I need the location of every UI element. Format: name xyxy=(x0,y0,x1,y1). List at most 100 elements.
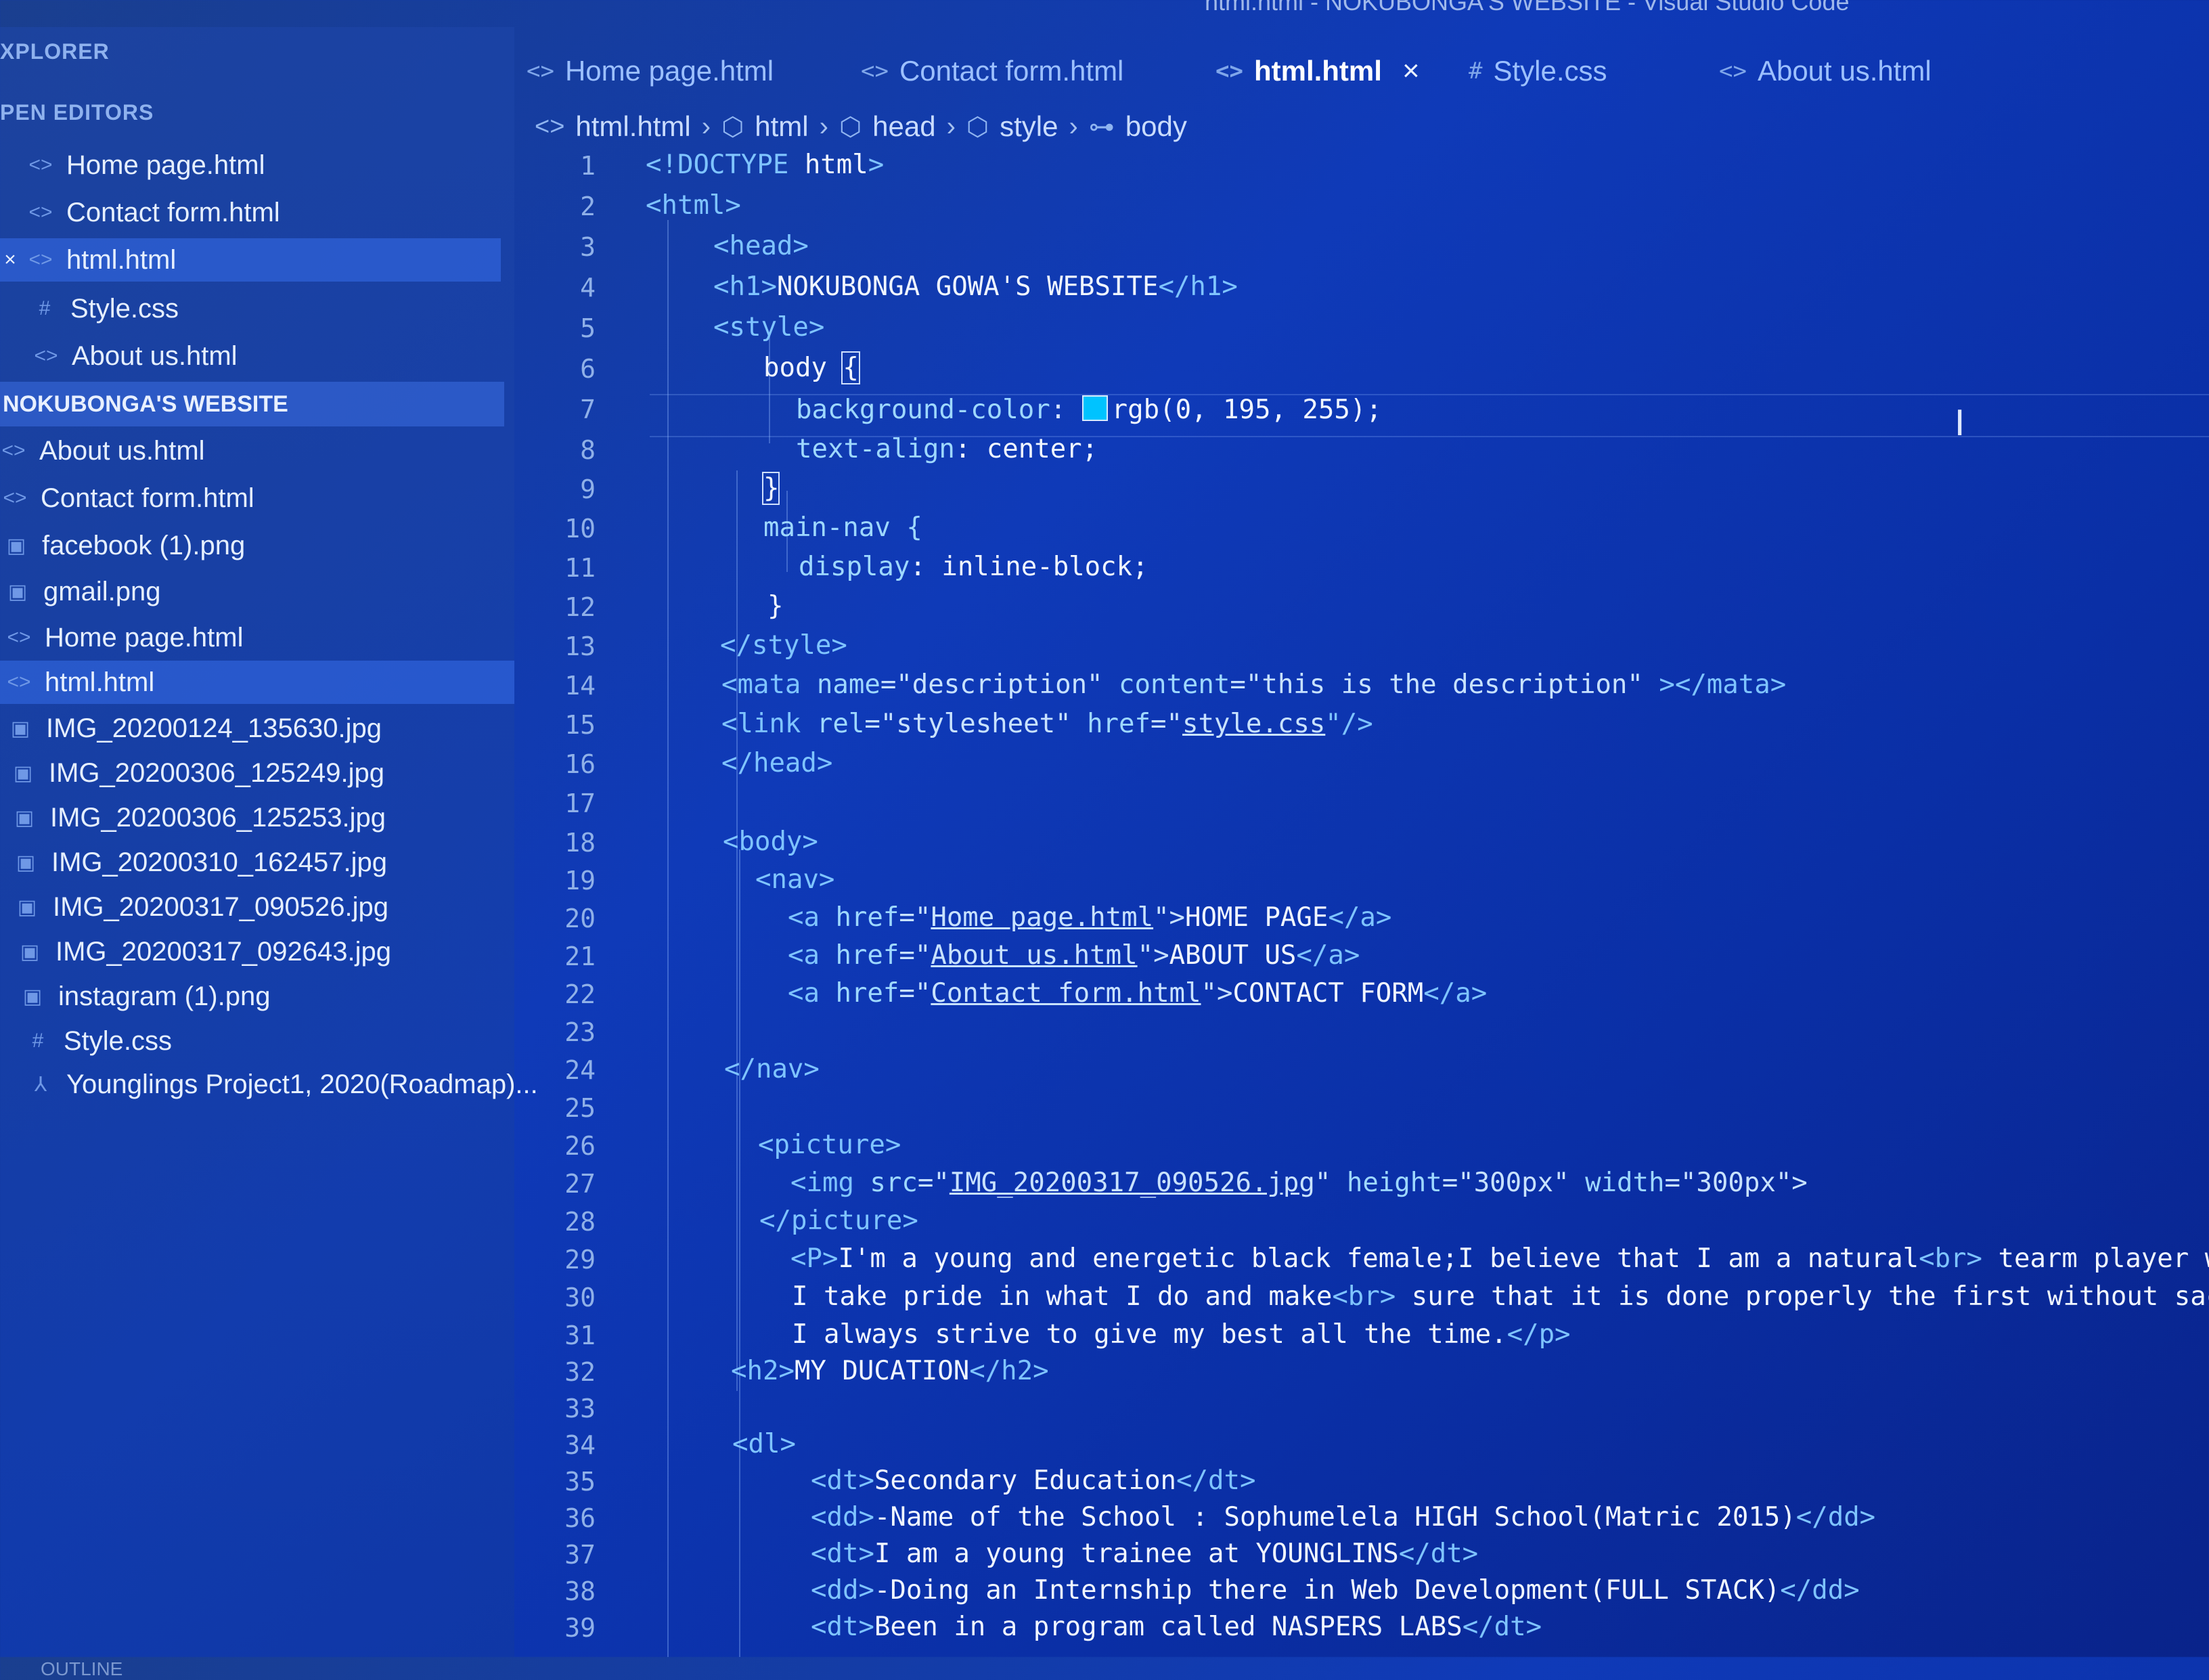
code-link[interactable]: Contact form.html xyxy=(931,978,1201,1009)
open-editor-label: html.html xyxy=(66,244,177,275)
open-editors-header[interactable]: PEN EDITORS xyxy=(0,100,154,125)
file-item[interactable]: <> About us.html xyxy=(0,429,514,472)
breadcrumb-item[interactable]: html.html xyxy=(575,110,690,143)
file-item[interactable]: ▣ IMG_20200306_125253.jpg xyxy=(11,796,525,839)
bracket-match: { xyxy=(841,351,860,384)
image-file-icon: ▣ xyxy=(22,985,43,1008)
html-file-icon: <> xyxy=(7,626,31,648)
code-token: <h2> xyxy=(731,1356,795,1386)
code-token: href xyxy=(835,902,899,933)
project-folder-header[interactable]: NOKUBONGA'S WEBSITE xyxy=(0,382,504,426)
file-item[interactable]: ⅄ Younglings Project1, 2020(Roadmap)... xyxy=(27,1063,541,1106)
code-token: href xyxy=(835,978,899,1009)
code-link[interactable]: style.css xyxy=(1182,709,1325,739)
file-label: IMG_20200124_135630.jpg xyxy=(46,713,382,743)
file-item[interactable]: ▣ instagram (1).png xyxy=(19,975,533,1018)
line-number: 5 xyxy=(580,313,596,343)
open-editor-item-active[interactable]: × <> html.html xyxy=(0,238,501,282)
code-link[interactable]: IMG_20200317_090526.jpg xyxy=(950,1168,1315,1198)
line-number: 16 xyxy=(564,749,596,779)
code-token: </dt> xyxy=(1176,1465,1256,1496)
code-line: text-align: center; xyxy=(796,434,1098,464)
line-number: 13 xyxy=(564,632,596,661)
breadcrumb-item[interactable]: html xyxy=(755,110,808,143)
code-line: <!DOCTYPE html> xyxy=(646,150,884,180)
code-token: </dt> xyxy=(1398,1539,1479,1569)
open-editor-item[interactable]: <> Home page.html xyxy=(27,143,541,187)
file-item[interactable]: # Style.css xyxy=(24,1019,539,1063)
file-item[interactable]: ▣ gmail.png xyxy=(4,570,518,613)
code-token: "> xyxy=(1137,940,1169,971)
line-number: 17 xyxy=(564,789,596,818)
line-number: 26 xyxy=(564,1131,596,1161)
file-item[interactable]: ▣ IMG_20200310_162457.jpg xyxy=(12,841,527,884)
close-icon[interactable]: × xyxy=(0,246,20,273)
window-title: html.html - NOKUBONGA'S WEBSITE - Visual… xyxy=(1205,0,1850,16)
code-token: width xyxy=(1585,1168,1665,1198)
line-number: 2 xyxy=(580,192,596,221)
open-editor-label: Contact form.html xyxy=(66,197,280,227)
code-link[interactable]: About us.html xyxy=(931,940,1137,971)
file-item[interactable]: <> Contact form.html xyxy=(1,477,516,520)
image-file-icon: ▣ xyxy=(6,534,26,557)
code-token: <mata xyxy=(721,669,817,700)
code-line: <a href="Home page.html">HOME PAGE</a> xyxy=(788,902,1391,933)
file-item[interactable]: ▣ IMG_20200317_090526.jpg xyxy=(14,885,528,929)
file-label: html.html xyxy=(45,667,155,697)
code-editor[interactable]: 1 2 3 4 5 6 7 8 9 10 11 12 13 14 15 16 1… xyxy=(535,146,2209,1657)
open-editor-item[interactable]: <> About us.html xyxy=(32,334,547,378)
file-item[interactable]: ▣ facebook (1).png xyxy=(3,524,517,567)
code-token: <br> xyxy=(1332,1281,1396,1312)
project-folder-label: NOKUBONGA'S WEBSITE xyxy=(3,391,288,417)
file-label: Younglings Project1, 2020(Roadmap)... xyxy=(66,1069,538,1099)
close-icon[interactable]: × xyxy=(1402,54,1420,88)
file-label: Home page.html xyxy=(45,622,244,653)
code-token: content xyxy=(1119,669,1230,700)
tab-style-css[interactable]: # Style.css xyxy=(1469,41,1607,102)
indent-guide xyxy=(667,220,669,1657)
line-number: 25 xyxy=(564,1093,596,1123)
code-token: CONTACT FORM xyxy=(1232,978,1424,1009)
open-editor-item[interactable]: <> Contact form.html xyxy=(27,191,541,234)
image-file-icon: ▣ xyxy=(16,851,36,874)
code-link[interactable]: Home page.html xyxy=(931,902,1153,933)
breadcrumb-item[interactable]: head xyxy=(872,110,935,143)
code-token: </dt> xyxy=(1462,1612,1542,1642)
color-swatch[interactable] xyxy=(1081,395,1108,421)
code-line: <a href="Contact form.html">CONTACT FORM… xyxy=(788,978,1487,1009)
file-item[interactable]: ▣ IMG_20200317_092643.jpg xyxy=(16,930,531,973)
chevron-right-icon: › xyxy=(946,111,956,141)
code-token: <P> xyxy=(790,1243,839,1274)
file-label: instagram (1).png xyxy=(58,981,271,1011)
code-token: html xyxy=(804,150,868,180)
html-file-icon: <> xyxy=(7,671,31,693)
indent-guide xyxy=(736,470,738,1391)
file-item[interactable]: ▣ IMG_20200306_125249.jpg xyxy=(9,751,524,795)
outline-header[interactable]: OUTLINE xyxy=(41,1658,122,1680)
code-line: <P>I'm a young and energetic black femal… xyxy=(790,1243,2209,1274)
line-number: 4 xyxy=(580,273,596,303)
code-token: height xyxy=(1346,1168,1442,1198)
line-number: 24 xyxy=(564,1055,596,1085)
indent-guide xyxy=(739,849,740,1657)
tab-contact-form[interactable]: <> Contact form.html xyxy=(861,41,1123,102)
line-number: 10 xyxy=(564,514,596,544)
tab-html-html[interactable]: <> html.html × xyxy=(1215,41,1420,102)
breadcrumb-item[interactable]: body xyxy=(1125,110,1187,143)
code-token: I take pride in what I do and make xyxy=(792,1281,1333,1312)
tab-about-us[interactable]: <> About us.html xyxy=(1719,41,1932,102)
tab-label: html.html xyxy=(1253,55,1382,87)
open-editor-item[interactable]: # Style.css xyxy=(31,287,545,330)
code-token: </h1> xyxy=(1158,271,1238,302)
tab-home-page[interactable]: <> Home page.html xyxy=(527,41,774,102)
cube-icon: ⬡ xyxy=(966,112,989,141)
code-token: ="300px" xyxy=(1442,1168,1586,1198)
line-number: 8 xyxy=(580,435,596,465)
code-token: HOME PAGE xyxy=(1185,902,1329,933)
code-line: } xyxy=(767,591,784,621)
file-item[interactable]: ▣ IMG_20200124_135630.jpg xyxy=(7,707,521,750)
file-item-active[interactable]: <> html.html xyxy=(0,661,514,704)
breadcrumb-item[interactable]: style xyxy=(1000,110,1058,143)
file-item[interactable]: <> Home page.html xyxy=(5,616,520,659)
tab-label: About us.html xyxy=(1757,55,1932,87)
